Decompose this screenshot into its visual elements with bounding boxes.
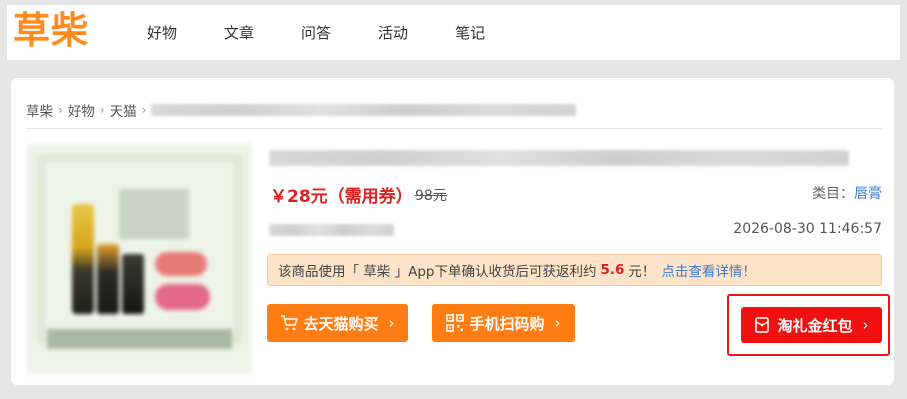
nav-item-haowu[interactable]: 好物: [147, 22, 177, 43]
rebate-notice-text: 该商品使用「 草柴 」App下单确认收货后可获返利约: [278, 264, 597, 280]
divider: [26, 128, 882, 129]
breadcrumb-item-home[interactable]: 草柴: [26, 100, 53, 120]
publish-datetime: 2026-08-30 11:46:57: [733, 221, 882, 237]
rebate-amount: 5.6: [600, 262, 625, 278]
nav-item-wenda[interactable]: 问答: [301, 22, 331, 43]
red-packet-icon: [754, 316, 772, 334]
qr-code-icon: [446, 314, 465, 332]
product-image[interactable]: [27, 144, 252, 374]
main-nav: 好物 文章 问答 活动 笔记: [147, 5, 532, 60]
taolijin-red-packet-button[interactable]: 淘礼金红包 ›: [741, 307, 882, 343]
original-price: 98元: [415, 188, 447, 204]
go-tmall-buy-label: 去天猫购买: [303, 314, 379, 333]
product-card: 草柴 › 好物 › 天猫 › ￥28元（需用券） 98元 类目：唇膏 2026-…: [11, 78, 894, 385]
category-link[interactable]: 唇膏: [854, 186, 882, 202]
shop-name-blurred: [269, 224, 394, 236]
product-title-blurred[interactable]: [269, 150, 849, 166]
scan-qr-buy-label: 手机扫码购: [469, 314, 545, 333]
go-tmall-buy-button[interactable]: 去天猫购买 ›: [267, 304, 408, 342]
chevron-right-icon: ›: [141, 103, 147, 117]
site-logo[interactable]: 草柴: [13, 7, 89, 55]
category: 类目：唇膏: [812, 183, 882, 203]
breadcrumb: 草柴 › 好物 › 天猫 ›: [26, 100, 577, 120]
rebate-details-link[interactable]: 点击查看详情！: [661, 260, 756, 280]
chevron-right-icon: ›: [58, 103, 63, 117]
breadcrumb-item-tmall[interactable]: 天猫: [110, 100, 137, 120]
chevron-right-icon: ›: [99, 103, 105, 117]
top-navigation-bar: 草柴 好物 文章 问答 活动 笔记: [7, 5, 900, 60]
taolijin-red-packet-label: 淘礼金红包: [777, 316, 853, 335]
chevron-right-icon: ›: [862, 316, 869, 334]
nav-item-huodong[interactable]: 活动: [378, 22, 408, 43]
coupon-price: ￥28元（需用券）: [270, 187, 413, 207]
nav-item-wenzhang[interactable]: 文章: [224, 22, 254, 43]
rebate-notice: 该商品使用「 草柴 」App下单确认收货后可获返利约 5.6 元！ 点击查看详情…: [267, 254, 882, 286]
scan-qr-buy-button[interactable]: 手机扫码购 ›: [432, 304, 575, 342]
breadcrumb-item-haowu[interactable]: 好物: [68, 100, 95, 120]
chevron-right-icon: ›: [554, 314, 561, 332]
category-label: 类目：: [812, 186, 854, 202]
nav-item-biji[interactable]: 笔记: [455, 22, 485, 43]
breadcrumb-current-blurred: [151, 104, 577, 116]
chevron-right-icon: ›: [388, 314, 395, 332]
rebate-unit: 元！: [628, 264, 656, 280]
shopping-cart-icon: [280, 314, 299, 332]
